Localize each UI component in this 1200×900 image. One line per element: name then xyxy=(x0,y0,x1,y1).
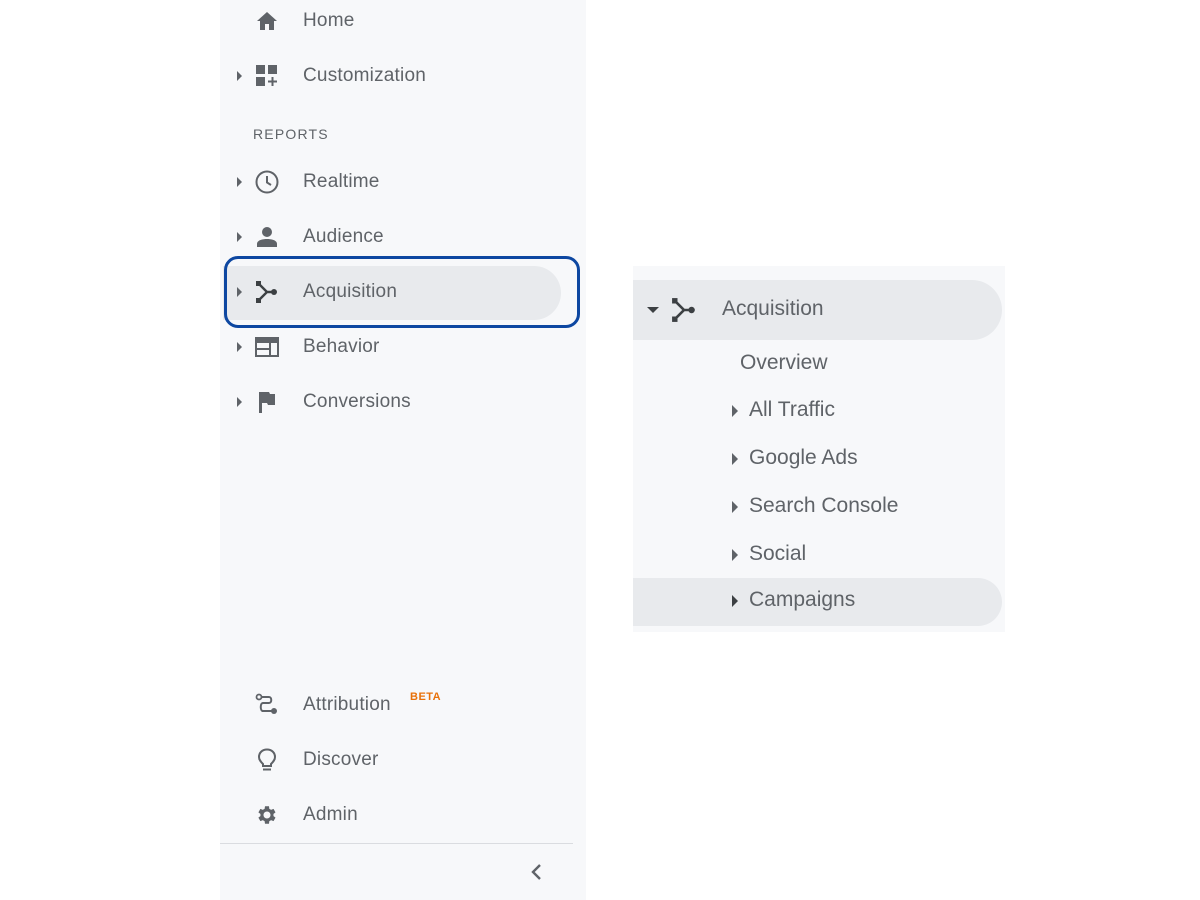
collapse-sidebar-button[interactable] xyxy=(523,860,551,888)
sidebar-item-attribution[interactable]: Attribution BETA xyxy=(220,678,562,732)
sidebar-item-label: Audience xyxy=(303,226,384,247)
caret-right-icon xyxy=(732,549,738,561)
caret-right-icon xyxy=(237,397,242,407)
sidebar-item-label: Home xyxy=(303,10,355,31)
sidebar-item-label: Attribution xyxy=(303,694,391,715)
submenu-item-search-console[interactable]: Search Console xyxy=(633,484,1002,530)
person-icon xyxy=(254,224,280,250)
caret-right-icon xyxy=(237,232,242,242)
submenu-item-all-traffic[interactable]: All Traffic xyxy=(633,388,1002,434)
lightbulb-icon xyxy=(254,747,280,773)
gear-icon xyxy=(254,802,280,828)
home-icon xyxy=(254,8,280,34)
sidebar-item-discover[interactable]: Discover xyxy=(220,733,562,787)
submenu-item-overview[interactable]: Overview xyxy=(633,341,1002,387)
sidebar-item-conversions[interactable]: Conversions xyxy=(220,375,562,429)
route-icon xyxy=(254,692,280,718)
sidebar-item-label: Acquisition xyxy=(303,281,398,302)
sidebar-item-label: Behavior xyxy=(303,336,380,357)
sidebar-item-label: Conversions xyxy=(303,391,411,412)
submenu-item-label: Campaigns xyxy=(749,588,856,611)
sidebar-item-audience[interactable]: Audience xyxy=(220,210,562,264)
acquisition-submenu: Acquisition Overview All Traffic Google … xyxy=(633,266,1005,632)
sidebar-item-label: Discover xyxy=(303,749,379,770)
submenu-item-label: Search Console xyxy=(749,494,899,517)
sidebar-item-acquisition[interactable]: Acquisition xyxy=(220,265,562,319)
chevron-left-icon xyxy=(530,863,544,886)
flag-icon xyxy=(254,389,280,415)
caret-right-icon xyxy=(732,453,738,465)
submenu-item-campaigns[interactable]: Campaigns xyxy=(633,578,1002,626)
submenu-item-label: All Traffic xyxy=(749,398,835,421)
caret-right-icon xyxy=(237,177,242,187)
merge-icon xyxy=(671,297,697,323)
clock-icon xyxy=(254,169,280,195)
submenu-item-google-ads[interactable]: Google Ads xyxy=(633,436,1002,482)
section-label-reports: REPORTS xyxy=(253,126,329,142)
caret-right-icon xyxy=(732,405,738,417)
caret-right-icon xyxy=(237,287,242,297)
caret-right-icon xyxy=(237,342,242,352)
sidebar-divider xyxy=(220,843,573,844)
caret-right-icon xyxy=(732,501,738,513)
caret-down-icon[interactable] xyxy=(647,307,659,313)
submenu-item-label: Google Ads xyxy=(749,446,858,469)
caret-right-icon xyxy=(732,595,738,607)
sidebar-item-realtime[interactable]: Realtime xyxy=(220,155,562,209)
merge-icon xyxy=(254,279,280,305)
web-layout-icon xyxy=(254,334,280,360)
dashboard-add-icon xyxy=(254,63,280,89)
caret-right-icon xyxy=(237,71,242,81)
sidebar-item-label: Realtime xyxy=(303,171,380,192)
sidebar-item-label: Customization xyxy=(303,65,426,86)
submenu-item-social[interactable]: Social xyxy=(633,532,1002,578)
sidebar-item-home[interactable]: Home xyxy=(220,0,562,48)
sidebar-item-admin[interactable]: Admin xyxy=(220,788,562,842)
submenu-item-label: Overview xyxy=(740,351,828,374)
sidebar-item-customization[interactable]: Customization xyxy=(220,49,562,103)
sidebar-item-behavior[interactable]: Behavior xyxy=(220,320,562,374)
submenu-title: Acquisition xyxy=(722,297,824,320)
sidebar-item-label: Admin xyxy=(303,804,358,825)
submenu-item-label: Social xyxy=(749,542,807,565)
beta-badge: BETA xyxy=(410,691,442,703)
